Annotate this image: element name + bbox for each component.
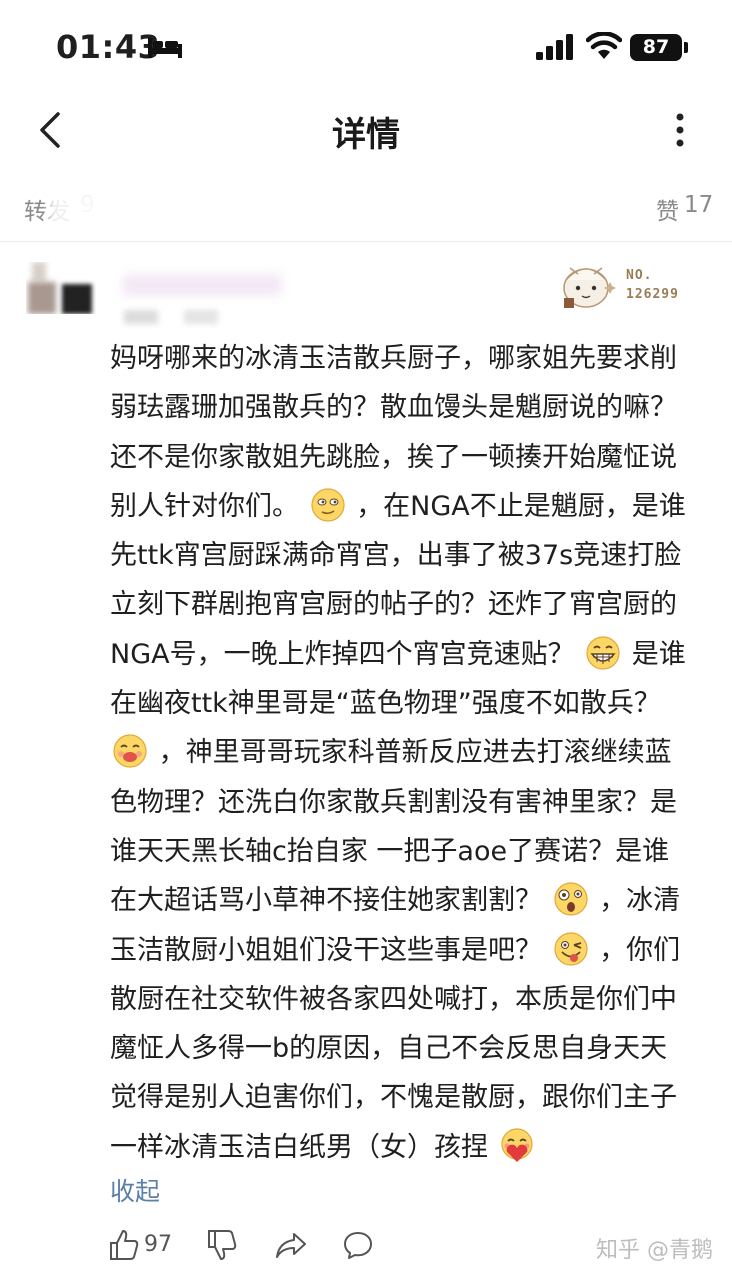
fan-badge[interactable]: NO. 126299 [556,254,706,310]
page-title: 详情 [332,115,400,155]
comment-text: 色物理？还洗白你家散兵割割没有害神里家？是 [110,786,677,818]
share-icon[interactable] [274,1228,308,1262]
badge-label: NO. [626,268,653,283]
comment-text: ，你们 [599,934,681,966]
like-count-footer: 97 [144,1232,172,1257]
comment-line: 先ttk宵宫厨踩满命宵宫，出事了被37s竞速打脸 [110,531,710,580]
thumbs-up-icon[interactable] [108,1228,140,1262]
comment-line: NGA号，一晚上炸掉四个宵宫竞速贴？ 是谁 [110,630,710,679]
comment-text: ，在NGA不止是魈厨，是谁 [356,490,686,522]
comment-line: 色物理？还洗白你家散兵割割没有害神里家？是 [110,778,710,827]
badge-number: 126299 [626,287,679,302]
more-options-icon[interactable] [674,112,686,148]
comment-line: 谁天天黑长轴c抬自家 一把子aoe了赛诺？是谁 [110,827,710,876]
comment-text: 先ttk宵宫厨踩满命宵宫，出事了被37s竞速打脸 [110,540,682,572]
comment-text: NGA号，一晚上炸掉四个宵宫竞速贴？ [110,638,575,670]
comment-line: 觉得是别人迫害你们，不愧是散厨，跟你们主子 [110,1073,710,1122]
comment-line: 还不是你家散姐先跳脸，挨了一顿揍开始魔怔说 [110,433,710,482]
comment-line: 别人针对你们。 ，在NGA不止是魈厨，是谁 [110,482,710,531]
comment-line: 魔怔人多得一b的原因，自己不会反思自身天天 [110,1024,710,1073]
avatar[interactable] [26,262,96,314]
comment-line: 散厨在社交软件被各家四处喊打，本质是你们中 [110,975,710,1024]
battery-cap [684,42,688,53]
comment-text: 谁天天黑长轴c抬自家 一把子aoe了赛诺？是谁 [110,835,670,867]
smirk-emoji-icon [310,488,345,522]
divider [0,241,732,242]
comment-text: 别人针对你们。 [110,490,299,522]
comment-text: 妈呀哪来的冰清玉洁散兵厨子，哪家姐先要求削 [110,343,677,374]
comment-text: 还不是你家散姐先跳脸，挨了一顿揍开始魔怔说 [110,441,677,473]
comment-text: 在幽夜ttk神里哥是“蓝色物理”强度不如散兵？ [110,688,661,720]
action-bar: 97 知乎 @青鹅 [0,1222,732,1272]
comment-line: 弱珐露珊加强散兵的？散血馒头是魈厨说的嘛？ [110,383,710,432]
shocked-emoji-icon [553,882,588,916]
hug-emoji-icon [500,1128,533,1162]
comment-line: 妈呀哪来的冰清玉洁散兵厨子，哪家姐先要求削 [110,334,710,383]
sleep-mode-icon [148,38,182,58]
comment-line: 立刻下群剧抱宵宫厨的帖子的？还炸了宵宫厨的 [110,580,710,629]
comment-text: 在大超话骂小草神不接住她家割割？ [110,885,542,917]
comment-text: 立刻下群剧抱宵宫厨的帖子的？还炸了宵宫厨的 [110,589,677,621]
cellular-signal-icon [536,34,573,60]
redacted-area [48,190,428,246]
thumbs-down-icon[interactable] [206,1228,238,1262]
status-bar: 01:43 87 [0,0,732,96]
comment-text: 弱珐露珊加强散兵的？散血馒头是魈厨说的嘛？ [110,392,677,424]
comment-text: ，神里哥哥玩家科普新反应进去打滚继续蓝 [158,737,672,769]
comment-text: 散厨在社交软件被各家四处喊打，本质是你们中 [110,983,677,1015]
comment-text: ，冰清 [599,885,681,917]
comment-icon[interactable] [342,1228,374,1262]
comment-text: 是谁 [631,638,686,670]
status-time: 01:43 [56,28,161,66]
wink-tongue-emoji-icon [553,931,588,966]
like-tab[interactable]: 赞 [656,192,679,226]
like-count: 17 [684,192,714,218]
collapse-link[interactable]: 收起 [110,1172,160,1208]
watermark: 知乎 @青鹅 [596,1238,713,1263]
yum-emoji-icon [113,734,147,768]
grin-emoji-icon [586,636,620,670]
comment-line: 玉洁散厨小姐姐们没干这些事是吧？ ，你们 [110,926,710,975]
comment-line: 在幽夜ttk神里哥是“蓝色物理”强度不如散兵？ [110,679,710,728]
comment-text: 玉洁散厨小姐姐们没干这些事是吧？ [110,934,542,966]
comment-text: 魔怔人多得一b的原因，自己不会反思自身天天 [110,1033,668,1065]
battery-level: 87 [630,34,682,61]
comment-body: 妈呀哪来的冰清玉洁散兵厨子，哪家姐先要求削 弱珐露珊加强散兵的？散血馒头是魈厨说… [110,334,710,1172]
comment-line: ，神里哥哥玩家科普新反应进去打滚继续蓝 [110,728,710,777]
comment-text: 觉得是别人迫害你们，不愧是散厨，跟你们主子 [110,1082,677,1114]
comment-line: 一样冰清玉洁白纸男（女）孩捏 [110,1123,710,1172]
comment-text: 一样冰清玉洁白纸男（女）孩捏 [110,1131,488,1163]
redacted-username[interactable] [118,254,288,332]
wifi-icon [586,32,622,59]
character-badge-icon [563,267,616,308]
comment-line: 在大超话骂小草神不接住她家割割？ ，冰清 [110,876,710,925]
